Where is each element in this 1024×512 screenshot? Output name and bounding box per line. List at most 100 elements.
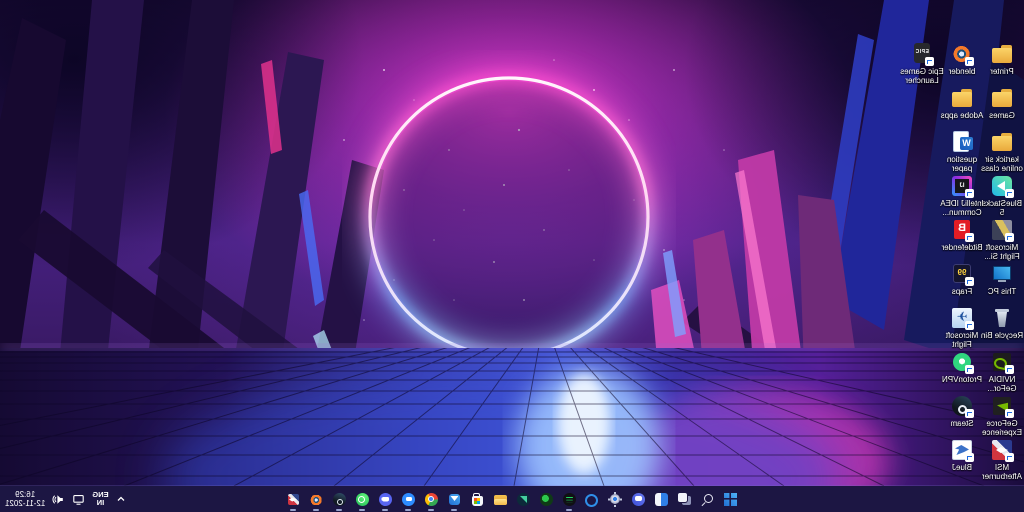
spotify-button[interactable]	[558, 487, 581, 511]
discord-icon	[378, 492, 393, 507]
desktop-icon-label: Steam	[940, 419, 984, 428]
flightsim1-icon	[990, 218, 1014, 242]
network-icon[interactable]	[72, 493, 85, 506]
task-view-button[interactable]	[673, 487, 696, 511]
desktop-icon-geforce-experience[interactable]: GeForce Experience	[980, 394, 1024, 437]
desktop-icon-label: BlueStacks 5	[980, 199, 1024, 217]
desktop-icon-label: GeForce Experience	[980, 419, 1024, 437]
file-explorer-button[interactable]	[489, 487, 512, 511]
desktop-icon-bluestacks-5[interactable]: BlueStacks 5	[980, 174, 1024, 217]
desktop-icon-label: Epic Games Launcher	[900, 67, 944, 85]
spotify-icon	[562, 492, 577, 507]
blender-button[interactable]	[305, 487, 328, 511]
teams-chat-button[interactable]	[627, 487, 650, 511]
desktop-icon-label: question paper debe...	[940, 155, 984, 174]
desktop-icon-label: Games	[980, 111, 1024, 120]
screen: Printer Games kartick sir online class Blue…	[0, 0, 1024, 512]
shortcut-arrow-icon	[1005, 453, 1014, 462]
desktop-icon-nvidia-gefor[interactable]: NVIDIA GeFor...	[980, 350, 1024, 393]
nvidia-icon	[990, 350, 1014, 374]
tray-date: 12-11-2021	[5, 499, 45, 509]
desktop-icon-protonvpn[interactable]: ProtonVPN	[940, 350, 984, 384]
zoom-button[interactable]	[397, 487, 420, 511]
desktop-icon-label: Bitdefender	[940, 243, 984, 252]
mail-icon	[447, 492, 462, 507]
hidden-icons-chevron-icon[interactable]	[116, 494, 126, 504]
desktop-icon-games[interactable]: Games	[980, 86, 1024, 120]
desktop-icon-fraps[interactable]: Fraps	[940, 262, 984, 296]
intellij-icon	[950, 174, 974, 198]
protonvpn-icon	[516, 492, 531, 507]
whatsapp-button[interactable]	[351, 487, 374, 511]
shortcut-arrow-icon	[965, 233, 974, 242]
steam-button[interactable]	[328, 487, 351, 511]
desktop-icon-bluej[interactable]: BlueJ	[940, 438, 984, 472]
discord-button[interactable]	[374, 487, 397, 511]
desktop-icon-label: NVIDIA GeFor...	[980, 375, 1024, 393]
blender-icon	[309, 492, 324, 507]
widgets-button[interactable]	[650, 487, 673, 511]
clock[interactable]: 16:29 12-11-2021	[5, 490, 45, 509]
search-button[interactable]	[696, 487, 719, 511]
desktop-icon-label: MSI Afterburner	[980, 463, 1024, 481]
volume-icon[interactable]	[52, 493, 65, 506]
shortcut-arrow-icon	[965, 453, 974, 462]
language-indicator[interactable]: ENGIN	[92, 491, 108, 507]
desktop-icon-label: BlueJ	[940, 463, 984, 472]
geforce-experience-button[interactable]	[535, 487, 558, 511]
zoom-icon	[401, 492, 416, 507]
desktop-icon-printer[interactable]: Printer	[980, 42, 1024, 76]
protonvpn-button[interactable]	[512, 487, 535, 511]
file-explorer-icon	[493, 492, 508, 507]
mail-button[interactable]	[443, 487, 466, 511]
desktop-icon-label: kartick sir online class	[980, 155, 1024, 173]
bitdefender-icon	[950, 218, 974, 242]
bluej-icon	[950, 438, 974, 462]
desktop-icon-label: Microsoft Flight Simu...	[940, 331, 984, 350]
flightsim2-icon	[950, 306, 974, 330]
microsoft-store-icon	[470, 492, 485, 507]
thispc-icon	[990, 262, 1014, 286]
shortcut-arrow-icon	[965, 189, 974, 198]
whatsapp-icon	[355, 492, 370, 507]
widgets-icon	[654, 492, 669, 507]
desktop-icon-this-pc[interactable]: This PC	[980, 262, 1024, 296]
desktop-icon-steam[interactable]: Steam	[940, 394, 984, 428]
system-tray: ENGIN 16:29 12-11-2021	[5, 486, 126, 512]
settings-button[interactable]	[604, 487, 627, 511]
shortcut-arrow-icon	[1005, 233, 1014, 242]
msi-afterburner-button[interactable]	[282, 487, 305, 511]
taskbar: ENGIN 16:29 12-11-2021	[0, 486, 1024, 512]
desktop-icon-epic-games-launcher[interactable]: Epic Games Launcher	[900, 42, 944, 85]
desktop-icon-question-paper[interactable]: question paper debe...	[940, 130, 984, 174]
search-icon	[700, 492, 715, 507]
settings-icon	[608, 492, 623, 507]
shortcut-arrow-icon	[965, 321, 974, 330]
desktop-icon-bitdefender[interactable]: Bitdefender	[940, 218, 984, 252]
steam-icon	[332, 492, 347, 507]
folder-icon	[950, 86, 974, 110]
shortcut-arrow-icon	[925, 57, 934, 66]
chrome-button[interactable]	[420, 487, 443, 511]
desktop-icon-kartick-sir-online-class[interactable]: kartick sir online class	[980, 130, 1024, 173]
desktop-icon-label: ProtonVPN	[940, 375, 984, 384]
desktop-icon-intellij-idea-community[interactable]: IntelliJ IDEA Commun...	[940, 174, 984, 217]
desktop-icon-microsoft-flight-simu[interactable]: Microsoft Flight Simu...	[940, 306, 984, 350]
desktop-icon-label: Recycle Bin	[980, 331, 1024, 340]
desktop-icon-label: Adobe apps	[940, 111, 984, 120]
word-icon	[950, 130, 974, 154]
shortcut-arrow-icon	[1005, 365, 1014, 374]
desktop-icon-microsoft-flight-si[interactable]: Microsoft Flight Si...	[980, 218, 1024, 261]
shortcut-arrow-icon	[1005, 409, 1014, 418]
shortcut-arrow-icon	[965, 365, 974, 374]
desktop-icon-blender[interactable]: blender	[940, 42, 984, 76]
start-icon	[723, 492, 738, 507]
desktop-icon-recycle-bin[interactable]: Recycle Bin	[980, 306, 1024, 340]
start-button[interactable]	[719, 487, 742, 511]
desktop-icon-msi-afterburner[interactable]: MSI Afterburner	[980, 438, 1024, 481]
blue-ring-app-button[interactable]	[581, 487, 604, 511]
desktop-icon-adobe-apps[interactable]: Adobe apps	[940, 86, 984, 120]
blue-ring-app-icon	[585, 492, 600, 507]
msi-icon	[990, 438, 1014, 462]
microsoft-store-button[interactable]	[466, 487, 489, 511]
